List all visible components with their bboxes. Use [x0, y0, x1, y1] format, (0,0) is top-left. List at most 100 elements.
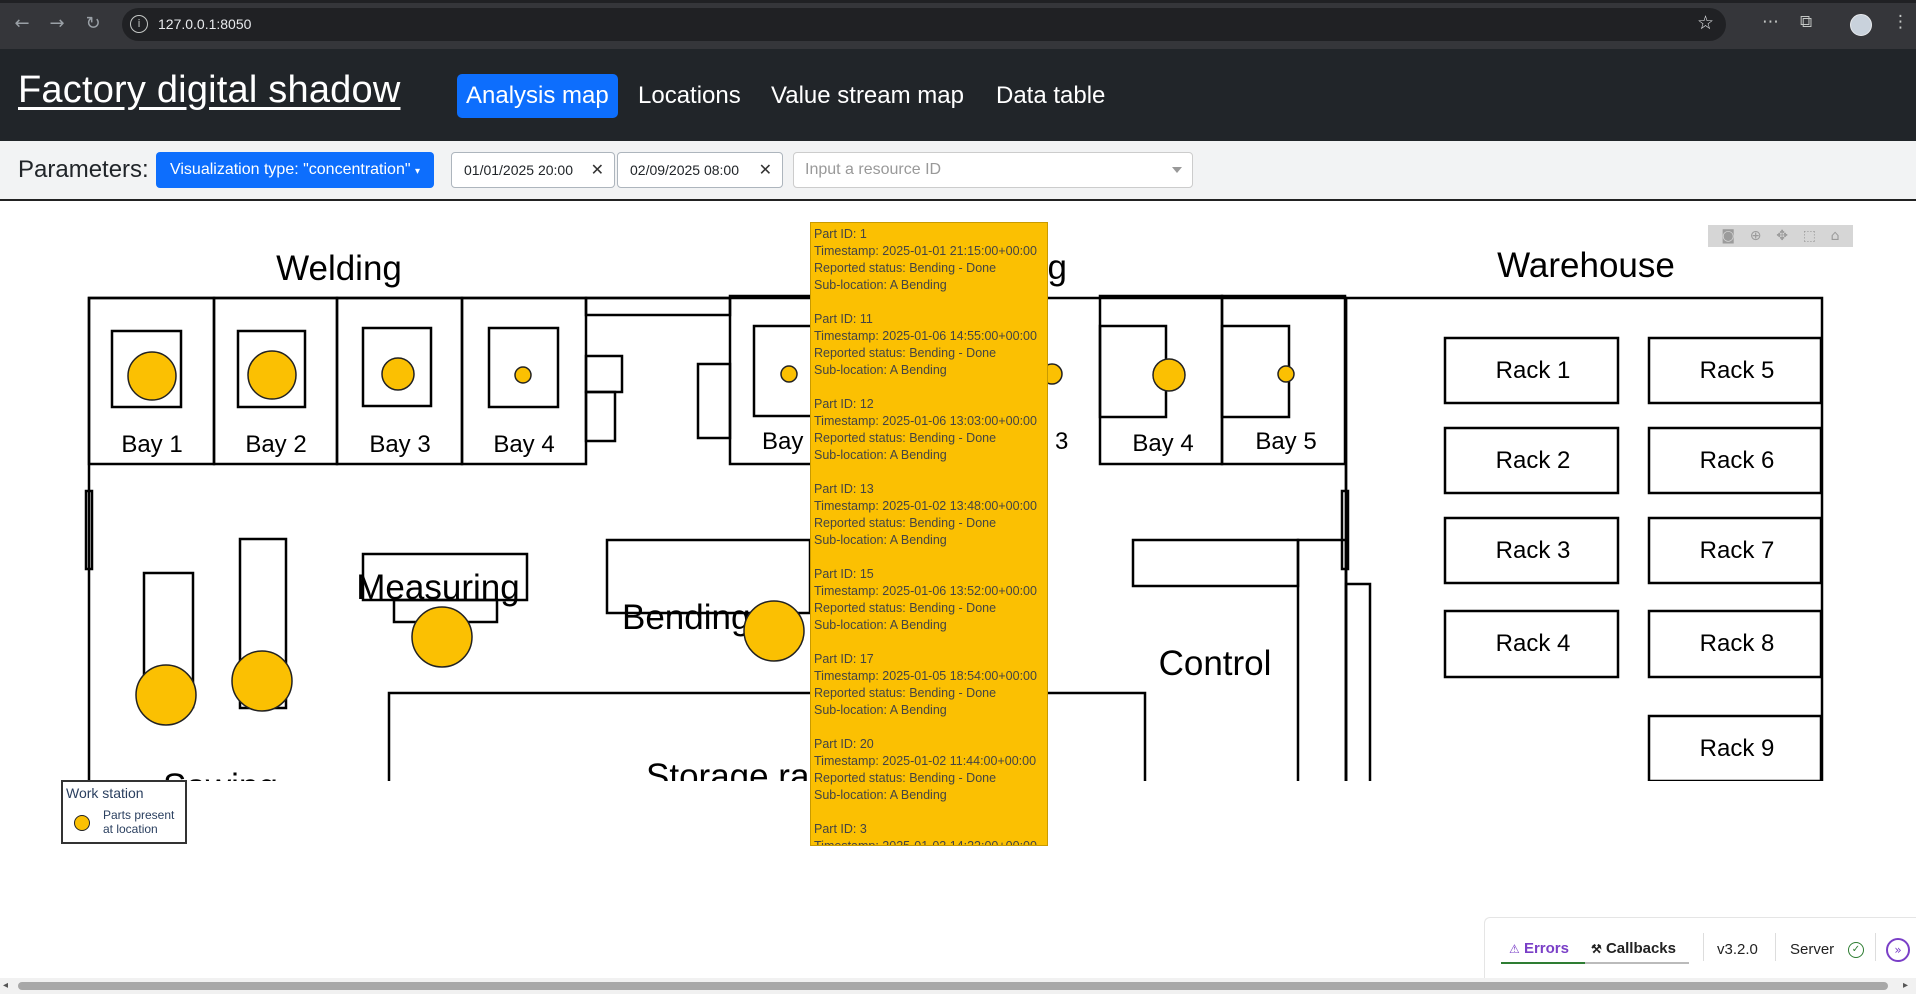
nav-locations[interactable]: Locations [629, 74, 750, 118]
dash-devtools: ⚠ Errors ⚒ Callbacks v3.2.0 Server ✓ » [1484, 917, 1916, 980]
scroll-right-icon[interactable]: ▸ [1903, 980, 1908, 991]
reload-icon[interactable]: ↻ [81, 12, 105, 36]
back-icon[interactable]: ← [10, 12, 34, 36]
legend-title: Work station [66, 785, 144, 801]
tooltip-entry: Part ID: 12 Timestamp: 2025-01-06 13:03:… [814, 396, 1044, 464]
scrollbar-thumb[interactable] [18, 982, 1888, 990]
area-label-bending: Bending [622, 598, 750, 637]
tooltip-entry: Part ID: 11 Timestamp: 2025-01-06 14:55:… [814, 311, 1044, 379]
rack-3-label: Rack 3 [1496, 537, 1571, 564]
welding-bay-1-label: Bay 1 [121, 431, 182, 458]
menu-kebab-icon[interactable]: ⋮ [1892, 12, 1909, 32]
rack-2-label: Rack 2 [1496, 447, 1571, 474]
area-label-control: Control [1159, 644, 1272, 683]
camera-icon[interactable]: ◙ [1721, 228, 1735, 244]
devtools-errors-tab[interactable]: ⚠ Errors [1509, 940, 1569, 957]
tooltip-timestamp: Timestamp: 2025-01-02 14:22:00+00:00 [814, 839, 1037, 846]
select-caret-icon [1172, 167, 1182, 173]
tooltip-part-id: Part ID: 12 [814, 397, 874, 411]
forward-icon[interactable]: → [45, 12, 69, 36]
tooltip-timestamp: Timestamp: 2025-01-06 14:55:00+00:00 [814, 329, 1037, 343]
tooltip-timestamp: Timestamp: 2025-01-01 21:15:00+00:00 [814, 244, 1037, 258]
pan-icon[interactable]: ✥ [1776, 228, 1788, 244]
tooltip-sublocation: Sub-location: A Bending [814, 703, 947, 717]
tooltip-status: Reported status: Bending - Done [814, 516, 997, 530]
area-label-sawing: Sawing [163, 767, 278, 781]
horizontal-scrollbar[interactable]: ◂ ▸ [0, 978, 1916, 994]
area-label-welding: Welding [276, 249, 402, 288]
tooltip-sublocation: Sub-location: A Bending [814, 618, 947, 632]
bookmark-star-icon[interactable]: ☆ [1697, 12, 1714, 34]
welding-bay-3-label: Bay 3 [369, 431, 430, 458]
area-label-warehouse: Warehouse [1497, 246, 1675, 285]
parameters-label: Parameters: [18, 156, 149, 183]
nav-value-stream-map[interactable]: Value stream map [762, 74, 973, 118]
resource-id-placeholder: Input a resource ID [805, 161, 942, 178]
scroll-left-icon[interactable]: ◂ [3, 980, 8, 991]
devtools-callbacks-tab[interactable]: ⚒ Callbacks [1591, 940, 1676, 957]
tooltip-part-id: Part ID: 11 [814, 312, 873, 326]
marker-saw-2[interactable] [231, 650, 293, 712]
start-date-input[interactable]: 01/01/2025 20:00 ✕ [451, 152, 615, 188]
clear-end-date-icon[interactable]: ✕ [759, 153, 772, 187]
marker-welding-bay-1[interactable] [127, 351, 177, 401]
bending-bay-3-label: 3 [1055, 428, 1068, 455]
marker-bending[interactable] [743, 600, 805, 662]
tooltip-part-id: Part ID: 20 [814, 737, 874, 751]
tooltip-status: Reported status: Bending - Done [814, 431, 997, 445]
corridor-top [584, 296, 732, 317]
tooltip-part-id: Part ID: 13 [814, 482, 874, 496]
rack-7-label: Rack 7 [1700, 537, 1775, 564]
brand-title[interactable]: Factory digital shadow [18, 69, 400, 112]
address-bar[interactable]: i 127.0.0.1:8050 ☆ [122, 8, 1726, 41]
legend-item-label[interactable]: Parts present at location [103, 808, 185, 836]
marker-welding-bay-4[interactable] [514, 366, 532, 384]
rack-4-label: Rack 4 [1496, 630, 1571, 657]
extensions-puzzle-icon[interactable]: ⧉ [1800, 12, 1812, 32]
equipment-c [696, 362, 732, 440]
tooltip-entry: Part ID: 3 Timestamp: 2025-01-02 14:22:0… [814, 821, 1044, 846]
plot-modebar: ◙ ⊕ ✥ ⬚ ⌂ [1708, 225, 1853, 247]
extension-icon[interactable]: ⋯ [1762, 12, 1779, 32]
tooltip-part-id: Part ID: 15 [814, 567, 874, 581]
site-info-icon[interactable]: i [130, 15, 148, 33]
tooltip-entry: Part ID: 13 Timestamp: 2025-01-02 13:48:… [814, 481, 1044, 549]
start-date-value: 01/01/2025 20:00 [464, 162, 573, 178]
tooltip-sublocation: Sub-location: A Bending [814, 448, 947, 462]
home-icon[interactable]: ⌂ [1831, 228, 1840, 244]
marker-bending-bay-4[interactable] [1152, 358, 1186, 392]
tooltip-timestamp: Timestamp: 2025-01-05 18:54:00+00:00 [814, 669, 1037, 683]
nav-data-table[interactable]: Data table [987, 74, 1114, 118]
dropdown-caret-icon: ▾ [414, 166, 421, 177]
resource-id-select[interactable]: Input a resource ID [793, 152, 1193, 188]
tooltip-status: Reported status: Bending - Done [814, 771, 997, 785]
end-date-value: 02/09/2025 08:00 [630, 162, 739, 178]
tooltip-status: Reported status: Bending - Done [814, 346, 997, 360]
url-text: 127.0.0.1:8050 [158, 16, 252, 32]
marker-bending-bay-1[interactable] [780, 365, 798, 383]
map-legend: Work station Parts present at location [61, 780, 187, 844]
control-column [1296, 538, 1348, 815]
clear-start-date-icon[interactable]: ✕ [591, 153, 604, 187]
browser-toolbar: ← → ↻ i 127.0.0.1:8050 ☆ ⋯ ⧉ ⋮ [0, 0, 1916, 49]
callbacks-label: Callbacks [1605, 940, 1676, 957]
nav-analysis-map[interactable]: Analysis map [457, 74, 618, 118]
marker-saw-1[interactable] [135, 664, 197, 726]
equipment-a [584, 354, 624, 394]
tooltip-entry: Part ID: 1 Timestamp: 2025-01-01 21:15:0… [814, 226, 1044, 294]
end-date-input[interactable]: 02/09/2025 08:00 ✕ [617, 152, 783, 188]
rack-1-label: Rack 1 [1496, 357, 1571, 384]
marker-welding-bay-2[interactable] [247, 350, 297, 400]
profile-avatar[interactable] [1850, 14, 1872, 36]
box-select-icon[interactable]: ⬚ [1803, 228, 1816, 244]
zoom-icon[interactable]: ⊕ [1750, 228, 1762, 244]
collapse-devtools-icon[interactable]: » [1886, 938, 1910, 962]
area-label-measuring: Measuring [356, 568, 519, 607]
server-status-label: Server [1790, 941, 1835, 958]
tooltip-part-id: Part ID: 1 [814, 227, 867, 241]
marker-bending-bay-5[interactable] [1277, 365, 1295, 383]
marker-measuring[interactable] [411, 606, 473, 668]
marker-welding-bay-3[interactable] [381, 357, 415, 391]
legend-marker-icon[interactable] [74, 815, 90, 831]
visualization-type-dropdown[interactable]: Visualization type: "concentration" ▾ [156, 152, 434, 188]
